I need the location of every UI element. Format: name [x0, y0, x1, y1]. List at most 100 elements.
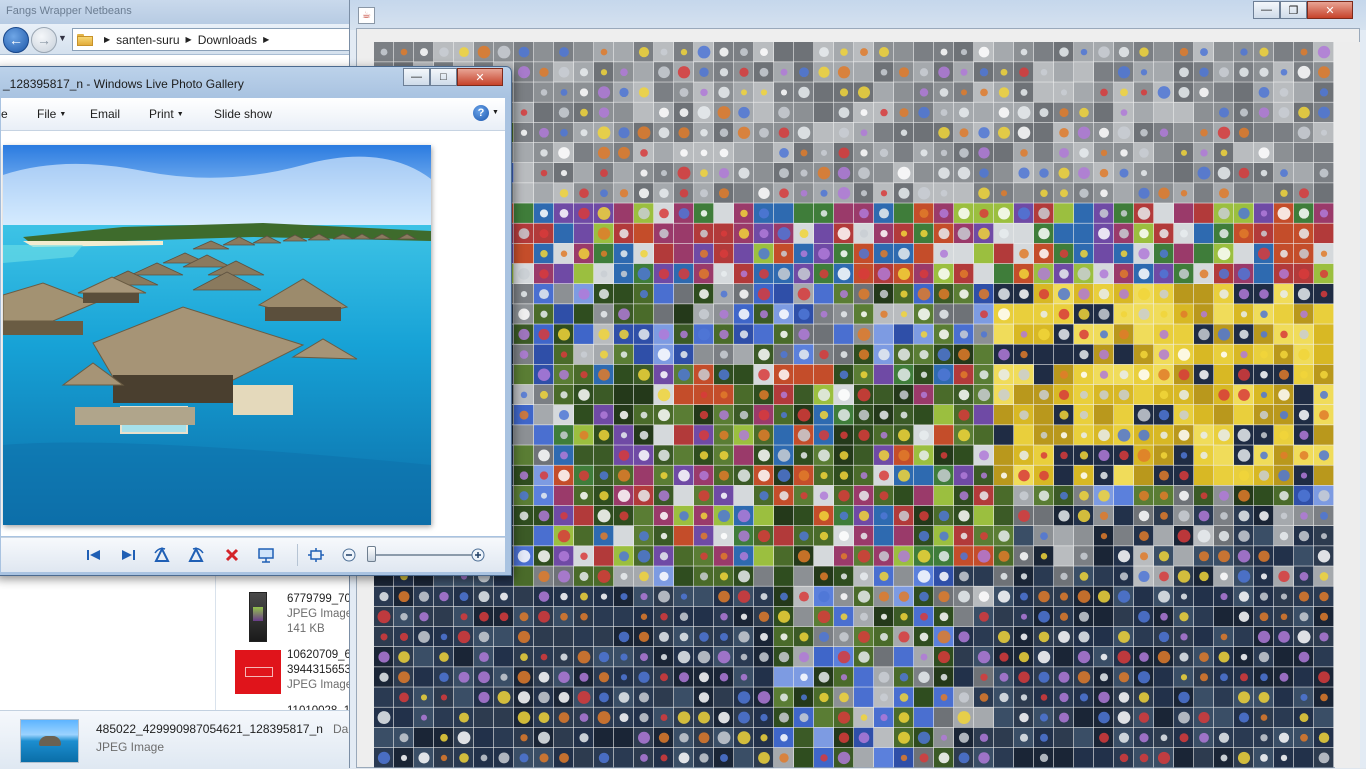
- mosaic-tile: [794, 384, 814, 405]
- address-bar[interactable]: ▶ santen-suru ▶ Downloads ▶: [72, 28, 364, 51]
- mosaic-flower: [1298, 409, 1310, 421]
- mosaic-flower: [600, 169, 608, 177]
- zoom-slider-track[interactable]: [373, 554, 473, 556]
- mosaic-flower: [460, 613, 468, 621]
- mosaic-tile: [774, 667, 794, 687]
- mosaic-flower: [660, 532, 668, 540]
- recent-pages-dropdown-icon[interactable]: ▼: [58, 33, 67, 43]
- toolbar-separator: [297, 544, 298, 566]
- mosaic-flower: [1257, 247, 1271, 260]
- mosaic-tile: [414, 667, 434, 687]
- menu-file[interactable]: File ▼: [37, 107, 66, 121]
- mosaic-tile: [874, 324, 894, 344]
- mosaic-flower: [1298, 530, 1310, 542]
- help-dropdown-arrow-icon[interactable]: ▼: [492, 109, 499, 116]
- zoom-out-icon[interactable]: [340, 547, 358, 563]
- mosaic-flower: [1297, 126, 1311, 140]
- zoom-in-icon[interactable]: [469, 547, 487, 563]
- mosaic-tile: [594, 727, 614, 748]
- breadcrumb-chevron-icon[interactable]: ▶: [104, 35, 110, 44]
- previous-icon[interactable]: [85, 547, 103, 563]
- list-item[interactable]: 6779799_70 JPEG Image 141 KB: [233, 592, 353, 656]
- actual-size-icon[interactable]: [307, 547, 325, 563]
- menu-email[interactable]: Email: [90, 107, 120, 121]
- close-button[interactable]: ✕: [457, 68, 503, 86]
- slideshow-icon[interactable]: [257, 547, 275, 563]
- mosaic-flower: [1018, 671, 1030, 683]
- minimize-icon: —: [1261, 4, 1272, 16]
- mosaic-flower: [758, 752, 770, 764]
- mosaic-tile: [974, 344, 994, 365]
- mosaic-flower: [560, 391, 568, 399]
- mosaic-tile: [994, 243, 1014, 264]
- mosaic-flower: [1020, 350, 1028, 359]
- zoom-slider-thumb[interactable]: [367, 546, 376, 562]
- mosaic-flower: [1159, 249, 1169, 258]
- breadcrumb-chevron-icon[interactable]: ▶: [186, 35, 192, 44]
- mosaic-flower: [1298, 106, 1310, 119]
- mosaic-flower: [679, 87, 689, 97]
- mosaic-tile: [894, 647, 914, 667]
- minimize-button[interactable]: —: [1253, 1, 1280, 19]
- mosaic-flower: [819, 269, 829, 279]
- mosaic-flower: [959, 289, 969, 299]
- forward-button[interactable]: →: [31, 27, 57, 53]
- rotate-right-icon[interactable]: [187, 547, 205, 563]
- mosaic-tile: [1134, 586, 1154, 607]
- help-icon[interactable]: ?: [473, 105, 489, 121]
- minimize-button[interactable]: —: [403, 68, 430, 86]
- menu-slide-show[interactable]: Slide show: [214, 107, 272, 121]
- mosaic-flower: [919, 208, 929, 218]
- breadcrumb-item-santen-suru[interactable]: santen-suru: [116, 33, 179, 47]
- mosaic-tile: [1174, 203, 1194, 223]
- mosaic-flower: [480, 754, 488, 762]
- mosaic-tile: [994, 163, 1014, 183]
- mosaic-flower: [698, 328, 710, 341]
- mosaic-flower: [578, 389, 590, 401]
- maximize-button[interactable]: □: [430, 68, 457, 86]
- delete-icon[interactable]: [223, 547, 241, 563]
- mosaic-flower: [1100, 149, 1108, 157]
- mosaic-flower: [838, 107, 850, 118]
- java-icon[interactable]: ☕: [358, 7, 375, 24]
- mosaic-flower: [1138, 187, 1150, 199]
- mosaic-tile: [1194, 243, 1214, 264]
- back-button[interactable]: ←: [3, 27, 29, 53]
- breadcrumb-chevron-icon[interactable]: ▶: [263, 35, 269, 44]
- mosaic-flower: [777, 267, 791, 281]
- next-icon[interactable]: [119, 547, 137, 563]
- mosaic-flower: [719, 249, 729, 258]
- mosaic-flower: [620, 68, 628, 77]
- mosaic-flower: [1160, 431, 1168, 439]
- mosaic-flower: [1079, 410, 1089, 420]
- mosaic-tile: [1014, 425, 1034, 445]
- mosaic-flower: [1318, 450, 1330, 461]
- explorer-top-strip-text: Fangs Wrapper Netbeans: [6, 5, 132, 17]
- breadcrumb-item-downloads[interactable]: Downloads: [198, 33, 257, 47]
- rotate-left-icon[interactable]: [153, 547, 171, 563]
- mosaic-flower: [517, 711, 531, 724]
- list-item[interactable]: 10620709_67 3944315653 JPEG Image: [233, 648, 357, 712]
- mosaic-tile: [1194, 586, 1214, 607]
- mosaic-tile: [754, 566, 774, 586]
- mosaic-tile: [1034, 42, 1054, 62]
- maximize-button[interactable]: ❐: [1280, 1, 1307, 19]
- mosaic-flower: [999, 228, 1009, 239]
- mosaic-flower: [959, 491, 969, 501]
- mosaic-flower: [1040, 532, 1048, 540]
- mosaic-flower: [1039, 248, 1049, 259]
- menu-print[interactable]: Print ▼: [149, 107, 184, 121]
- mosaic-flower: [1079, 188, 1089, 198]
- menu-fix-partial[interactable]: e: [1, 107, 8, 121]
- mosaic-flower: [740, 613, 748, 620]
- photo-mosaic-canvas[interactable]: [374, 42, 1334, 768]
- mosaic-flower: [537, 550, 551, 563]
- mosaic-flower: [1318, 732, 1330, 743]
- mosaic-flower: [1019, 551, 1029, 561]
- mosaic-flower: [919, 269, 929, 279]
- mosaic-flower: [840, 431, 848, 439]
- mosaic-flower: [1077, 267, 1091, 281]
- close-button[interactable]: ✕: [1307, 1, 1353, 19]
- mosaic-flower: [857, 549, 871, 563]
- mosaic-flower: [1199, 673, 1209, 682]
